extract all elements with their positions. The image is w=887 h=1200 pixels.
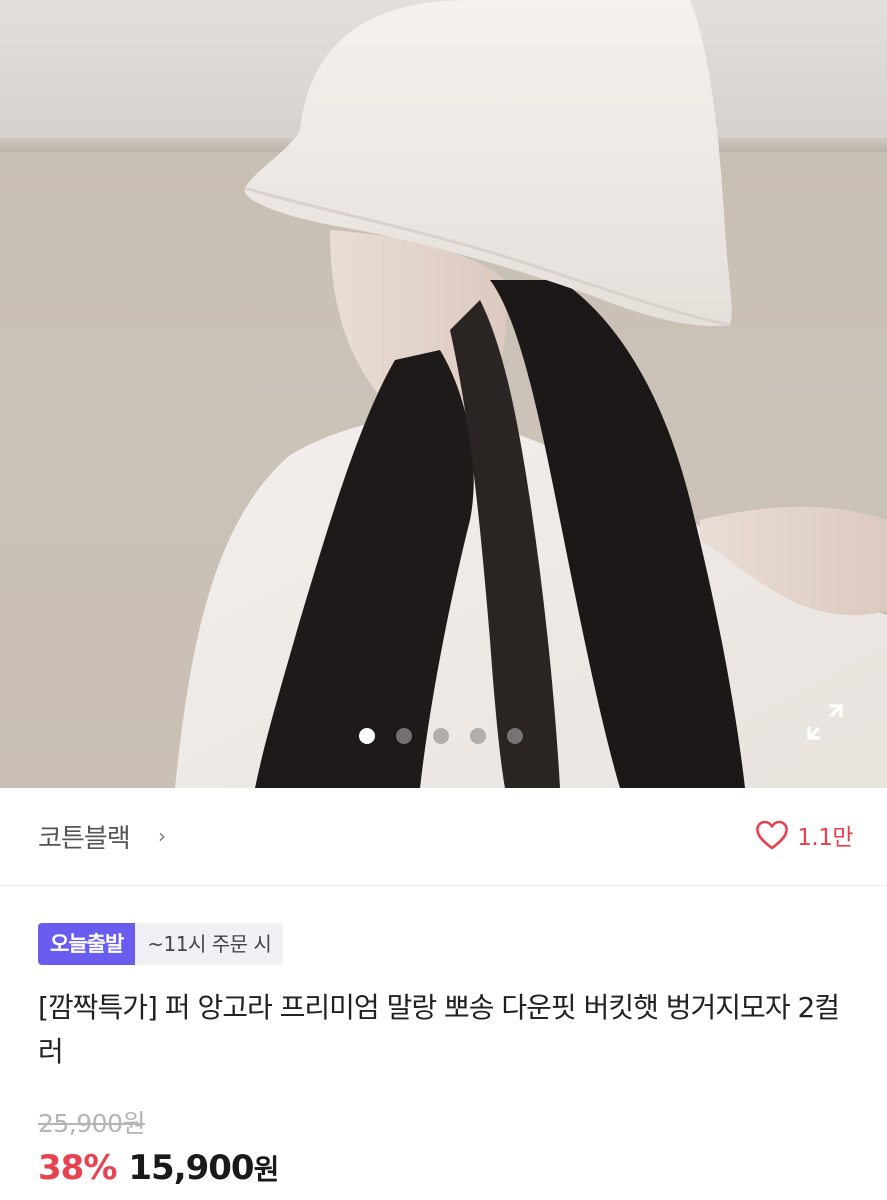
carousel-dot-1[interactable]: [359, 728, 375, 744]
heart-icon: [756, 820, 789, 850]
price-unit: 원: [253, 1153, 280, 1186]
discount-rate: 38%: [38, 1148, 117, 1188]
expand-icon: [807, 704, 843, 740]
delivery-badges: 오늘출발 ~11시 주문 시: [38, 923, 284, 965]
like-count: 1.1만: [797, 825, 853, 851]
chevron-right-icon[interactable]: ›: [158, 824, 166, 848]
carousel-dot-3[interactable]: [433, 728, 449, 744]
carousel-dot-4[interactable]: [470, 728, 486, 744]
price-row: 38% 15,900 원: [38, 1148, 279, 1188]
order-deadline-badge: ~11시 주문 시: [135, 923, 284, 965]
carousel-dot-2[interactable]: [396, 728, 412, 744]
product-photo: [175, 0, 887, 788]
today-shipping-badge: 오늘출발: [38, 923, 136, 965]
carousel-pagination: [359, 728, 523, 744]
original-price: 25,900원: [38, 1109, 145, 1138]
store-row: 코튼블랙 › 1.1만: [0, 788, 887, 886]
product-title: [깜짝특가] 퍼 앙고라 프리미엄 말랑 뽀송 다운핏 버킷햇 벙거지모자 2컬…: [38, 991, 840, 1068]
store-name-link[interactable]: 코튼블랙: [38, 818, 131, 855]
sale-price: 15,900: [128, 1148, 254, 1188]
product-image-carousel[interactable]: [0, 0, 887, 788]
fullscreen-button[interactable]: [803, 700, 847, 744]
carousel-dot-5[interactable]: [507, 728, 523, 744]
like-button[interactable]: 1.1만: [755, 818, 853, 852]
